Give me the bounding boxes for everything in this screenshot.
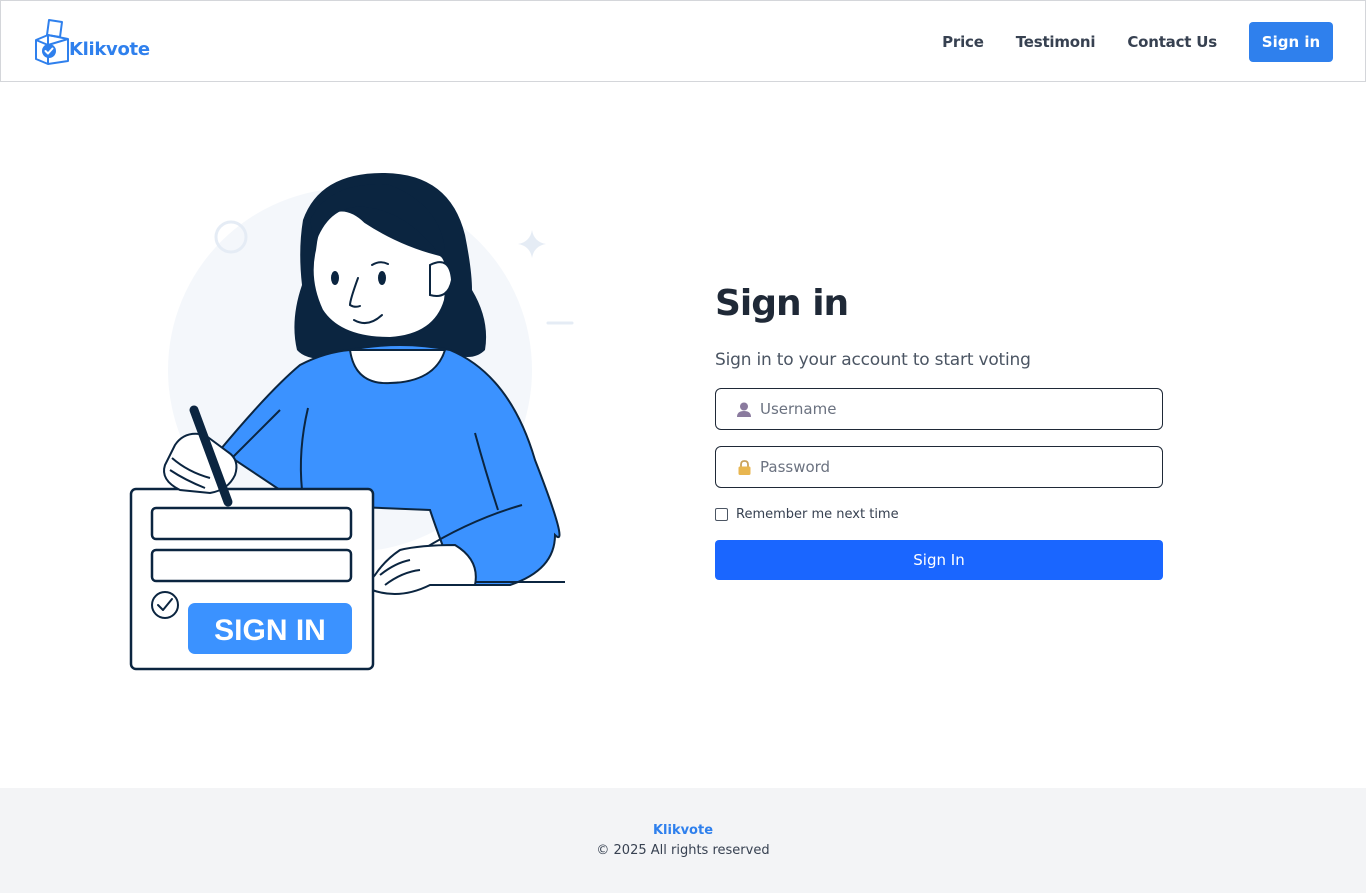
signin-illustration: SIGN IN — [129, 172, 574, 671]
remember-checkbox[interactable] — [715, 508, 728, 521]
page-subtitle: Sign in to your account to start voting — [715, 350, 1031, 370]
footer-brand[interactable]: Klikvote — [0, 823, 1366, 838]
password-field[interactable] — [715, 446, 1163, 488]
main-nav: Price Testimoni Contact Us Sign in — [942, 22, 1333, 62]
footer: Klikvote © 2025 All rights reserved — [0, 788, 1366, 893]
lock-icon — [736, 459, 752, 475]
user-icon — [736, 401, 752, 417]
username-field[interactable] — [715, 388, 1163, 430]
brand-logo[interactable]: Klikvote — [34, 18, 150, 66]
header-signin-button[interactable]: Sign in — [1249, 22, 1333, 62]
illustration-signin-text: SIGN IN — [214, 614, 326, 647]
brand-name: Klikvote — [69, 39, 150, 60]
remember-me[interactable]: Remember me next time — [715, 507, 1163, 522]
signin-form: Sign in Sign in to your account to start… — [715, 284, 1163, 580]
username-input[interactable] — [760, 400, 1140, 418]
top-navbar: Klikvote Price Testimoni Contact Us Sign… — [0, 0, 1366, 82]
nav-contact-us[interactable]: Contact Us — [1127, 33, 1217, 51]
nav-price[interactable]: Price — [942, 33, 984, 51]
ballot-box-icon — [35, 19, 69, 65]
nav-testimoni[interactable]: Testimoni — [1016, 33, 1096, 51]
page-title: Sign in — [715, 283, 849, 324]
remember-label: Remember me next time — [736, 507, 899, 522]
password-input[interactable] — [760, 458, 1140, 476]
submit-signin-button[interactable]: Sign In — [715, 540, 1163, 580]
footer-copyright: © 2025 All rights reserved — [596, 843, 770, 858]
